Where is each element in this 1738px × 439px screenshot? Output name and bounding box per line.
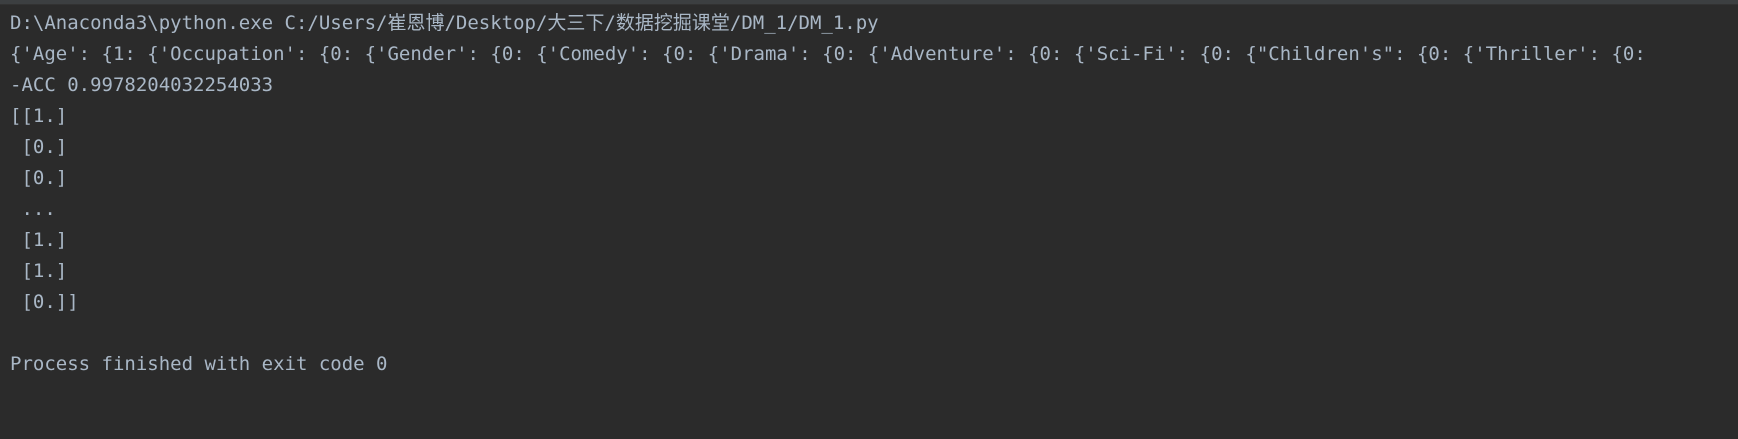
run-console-output[interactable]: D:\Anaconda3\python.exe C:/Users/崔恩博/Des…: [0, 6, 1738, 439]
console-array-line: [[1.]: [10, 105, 68, 127]
console-array-line: [1.]: [10, 229, 68, 251]
console-array-line: [0.]: [10, 136, 68, 158]
console-array-line: [0.]]: [10, 291, 79, 313]
console-array-line: [0.]: [10, 167, 68, 189]
console-array-line: [1.]: [10, 260, 68, 282]
window-top-border: [0, 0, 1738, 5]
console-array-ellipsis: ...: [10, 198, 56, 220]
console-tree-output: {'Age': {1: {'Occupation': {0: {'Gender'…: [10, 43, 1646, 65]
console-exit-status: Process finished with exit code 0: [10, 353, 388, 375]
console-command-line: D:\Anaconda3\python.exe C:/Users/崔恩博/Des…: [10, 12, 879, 34]
console-accuracy-line: -ACC 0.9978204032254033: [10, 74, 274, 96]
